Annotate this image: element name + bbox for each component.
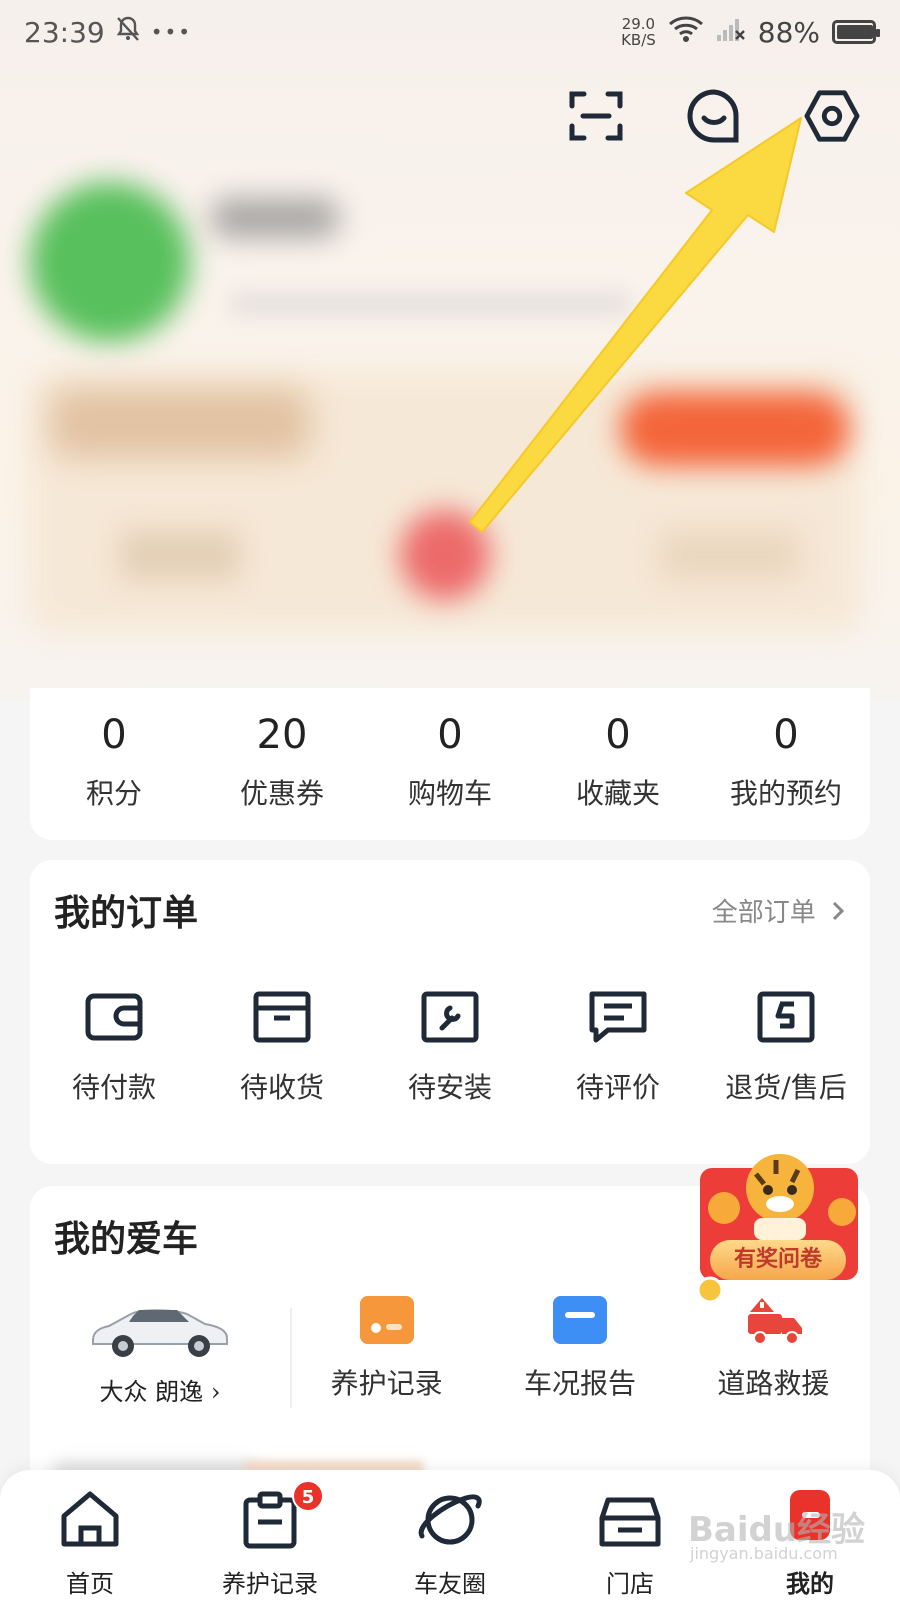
maintenance-icon	[359, 1296, 414, 1344]
chevron-right-icon: ›	[210, 1378, 221, 1406]
battery-icon	[832, 20, 880, 44]
tab-label: 养护记录	[222, 1570, 318, 1598]
membership-text-blurred	[120, 530, 240, 580]
watermark-url: jingyan.baidu.com	[690, 1544, 838, 1563]
order-pending-receipt[interactable]: 待收货	[198, 990, 366, 1106]
feature-label: 车况报告	[523, 1367, 636, 1400]
orders-title: 我的订单	[54, 892, 199, 934]
stat-label: 优惠券	[239, 777, 324, 810]
orders-card: 我的订单 全部订单 待付款 待收货 待安装 待评价 退货/售后	[30, 860, 870, 1164]
battery-percent: 88%	[757, 15, 820, 49]
tab-home[interactable]: 首页	[0, 1470, 180, 1600]
profile-info-blurred	[230, 292, 630, 316]
order-returns[interactable]: 退货/售后	[702, 990, 870, 1106]
feature-label: 道路救援	[717, 1367, 830, 1400]
header-actions	[568, 88, 860, 144]
tab-community[interactable]: 车友圈	[360, 1470, 540, 1600]
store-icon	[599, 1497, 661, 1547]
stat-label: 积分	[85, 777, 142, 810]
car-image	[92, 1309, 228, 1357]
tab-label: 我的	[786, 1569, 834, 1598]
tab-maintenance[interactable]: 5 养护记录	[180, 1470, 360, 1600]
order-label: 待安装	[407, 1071, 492, 1104]
wifi-icon	[668, 15, 704, 50]
box-icon	[253, 991, 311, 1043]
order-pending-payment[interactable]: 待付款	[30, 990, 198, 1106]
stat-coupons[interactable]: 20 优惠券	[198, 688, 366, 840]
survey-promo-button[interactable]: 有奖问卷	[694, 1148, 864, 1308]
stat-value: 0	[437, 712, 463, 758]
stat-value: 0	[605, 712, 631, 758]
stat-label: 收藏夹	[575, 777, 660, 810]
home-icon	[61, 1491, 119, 1547]
stats-card: 0 积分 20 优惠券 0 购物车 0 收藏夹 0 我的预约	[30, 688, 870, 840]
mute-icon	[115, 15, 141, 50]
my-car-title: 我的爱车	[54, 1218, 199, 1260]
wrench-icon	[421, 991, 479, 1043]
avatar[interactable]	[30, 182, 190, 342]
status-bar: 23:39 ••• 29.0 KB/S 88%	[0, 0, 900, 64]
stat-value: 0	[773, 712, 799, 758]
membership-text-blurred-2	[660, 530, 800, 580]
order-pending-review[interactable]: 待评价	[534, 990, 702, 1106]
car-selector[interactable]: 大众 朗逸 ›	[30, 1296, 290, 1407]
username-blurred	[210, 198, 340, 238]
cellular-signal-icon	[716, 15, 746, 50]
tiger-mascot-icon	[696, 1154, 858, 1304]
tab-label: 门店	[606, 1570, 654, 1598]
comment-icon	[589, 991, 647, 1043]
order-label: 待收货	[239, 1071, 324, 1104]
order-pending-install[interactable]: 待安装	[366, 990, 534, 1106]
road-assistance[interactable]: 道路救援	[677, 1296, 870, 1402]
tab-label: 首页	[66, 1570, 114, 1598]
tab-label: 车友圈	[414, 1570, 486, 1598]
scan-icon[interactable]	[568, 88, 624, 144]
stat-value: 0	[101, 712, 127, 758]
network-speed: 29.0 KB/S	[621, 15, 656, 49]
settings-icon[interactable]	[804, 88, 860, 144]
order-label: 待评价	[575, 1071, 660, 1104]
status-time: 23:39	[24, 15, 105, 49]
chevron-right-icon	[832, 898, 845, 928]
car-maintenance-records[interactable]: 养护记录	[290, 1296, 483, 1402]
return-icon	[757, 991, 815, 1043]
wallet-icon	[85, 993, 143, 1041]
report-icon	[552, 1296, 607, 1344]
stat-cart[interactable]: 0 购物车	[366, 688, 534, 840]
order-label: 待付款	[71, 1071, 156, 1104]
order-label: 退货/售后	[725, 1071, 847, 1104]
clipboard-icon	[243, 1491, 297, 1549]
membership-button-blurred[interactable]	[620, 392, 850, 466]
membership-dot-blurred	[400, 510, 490, 600]
divider	[290, 1308, 292, 1408]
all-orders-link[interactable]: 全部订单	[712, 892, 845, 929]
stat-points[interactable]: 0 积分	[30, 688, 198, 840]
stat-label: 我的预约	[729, 777, 842, 810]
more-notifications-icon: •••	[150, 20, 193, 44]
stat-value: 20	[256, 712, 308, 758]
feature-label: 养护记录	[330, 1367, 443, 1400]
message-icon[interactable]	[686, 88, 742, 144]
planet-icon	[418, 1494, 482, 1545]
notification-badge: 5	[292, 1480, 324, 1512]
stat-favorites[interactable]: 0 收藏夹	[534, 688, 702, 840]
promo-label: 有奖问卷	[710, 1240, 846, 1280]
car-condition-report[interactable]: 车况报告	[483, 1296, 676, 1402]
stat-appointments[interactable]: 0 我的预约	[702, 688, 870, 840]
stat-label: 购物车	[407, 777, 492, 810]
membership-title-blurred	[50, 388, 310, 458]
car-model-name: 大众 朗逸 ›	[99, 1378, 221, 1406]
